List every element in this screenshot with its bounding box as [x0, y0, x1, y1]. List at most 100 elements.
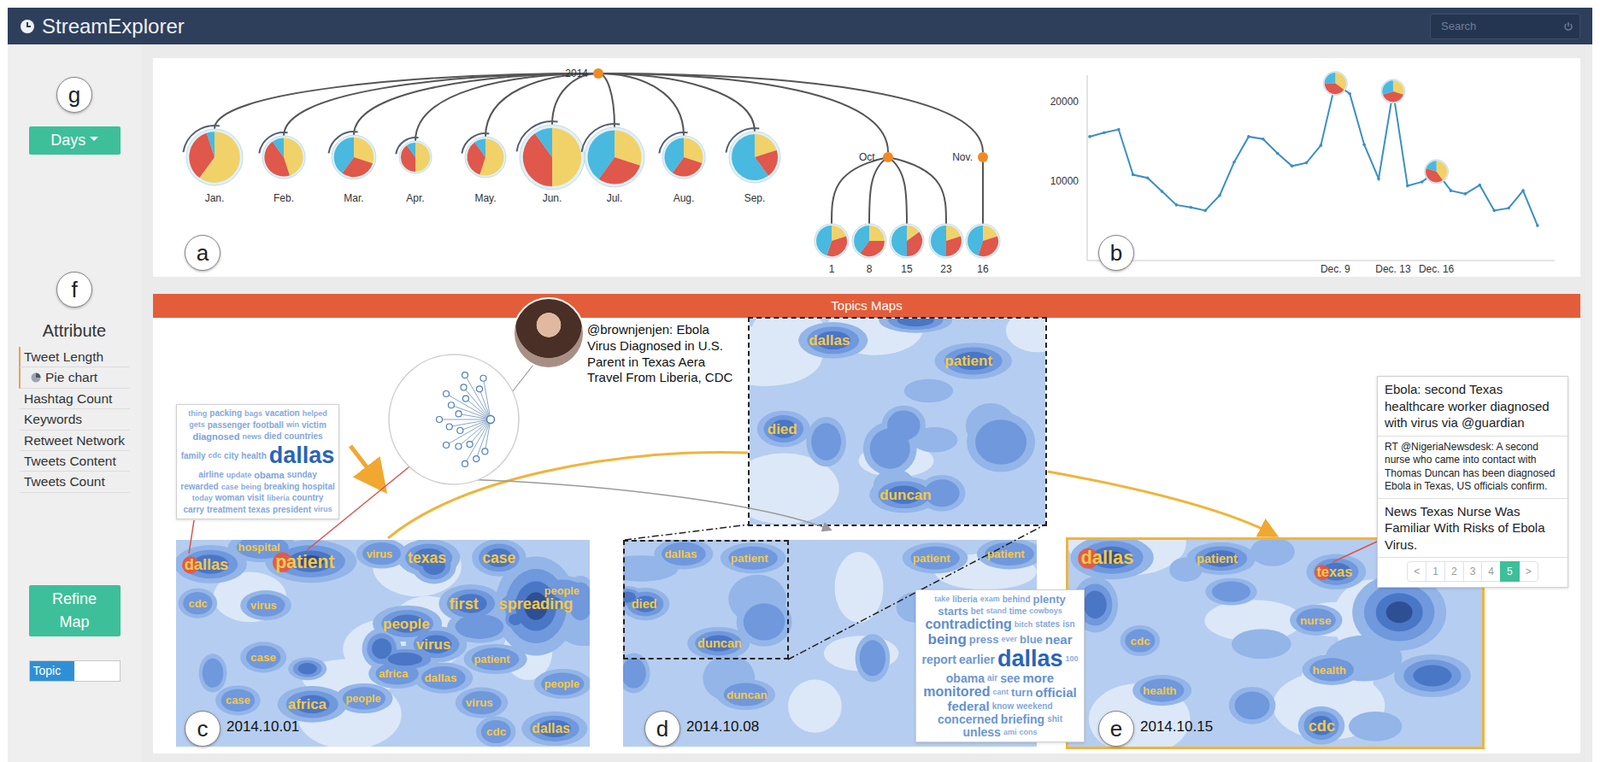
- day-node[interactable]: [965, 223, 1000, 259]
- map-keyword[interactable]: dallas: [531, 721, 571, 736]
- root-node[interactable]: [593, 68, 604, 79]
- map-keyword[interactable]: virus: [366, 547, 394, 561]
- map-keyword[interactable]: virus: [465, 696, 494, 710]
- retweet-hub[interactable]: [487, 416, 495, 424]
- retweet-node[interactable]: [462, 372, 469, 379]
- page-link[interactable]: 5: [1500, 561, 1520, 583]
- map-keyword[interactable]: cdc: [188, 597, 208, 611]
- map-keyword[interactable]: cdc: [486, 725, 507, 739]
- map-keyword[interactable]: health: [1142, 684, 1177, 698]
- retweet-node[interactable]: [443, 391, 450, 398]
- map-keyword[interactable]: cdc: [1130, 635, 1152, 648]
- map-keyword[interactable]: patient: [987, 547, 1025, 561]
- map-keyword[interactable]: patient: [1196, 552, 1238, 566]
- map-keyword[interactable]: dallas: [184, 556, 230, 574]
- map-keyword[interactable]: virus: [250, 599, 277, 612]
- map-keyword[interactable]: died: [631, 597, 658, 612]
- attribute-item[interactable]: Hashtag Count: [18, 388, 130, 410]
- map-keyword[interactable]: patient: [275, 552, 335, 573]
- retweet-node[interactable]: [455, 443, 462, 450]
- map-keyword[interactable]: case: [225, 694, 250, 707]
- granularity-dropdown[interactable]: Days: [29, 126, 121, 155]
- retweet-node[interactable]: [443, 442, 450, 449]
- tweet-item[interactable]: RT @NigeriaNewsdesk: A second nurse who …: [1377, 436, 1568, 500]
- month-node[interactable]: [464, 136, 506, 178]
- map-keyword[interactable]: patient: [473, 652, 511, 666]
- retweet-node[interactable]: [462, 395, 469, 402]
- retweet-node[interactable]: [480, 375, 487, 382]
- month-node[interactable]: [331, 135, 377, 180]
- attribute-item[interactable]: Keywords: [18, 409, 130, 430]
- retweet-node[interactable]: [473, 456, 480, 463]
- map-keyword[interactable]: dallas: [808, 332, 850, 349]
- map-keyword[interactable]: patient: [730, 552, 769, 565]
- zoomed-map[interactable]: dallas patient died duncan: [749, 318, 1046, 525]
- map-keyword[interactable]: case: [482, 549, 516, 567]
- search-input[interactable]: [1429, 13, 1581, 40]
- topic-toggle[interactable]: Topic: [29, 660, 121, 683]
- map-keyword[interactable]: patient: [944, 352, 993, 370]
- map-keyword[interactable]: texas: [407, 549, 447, 567]
- map-keyword[interactable]: people: [382, 616, 430, 633]
- retweet-node[interactable]: [462, 460, 469, 467]
- map-keyword[interactable]: dallas: [423, 671, 457, 685]
- page-link[interactable]: 1: [1425, 561, 1446, 583]
- attribute-item[interactable]: Retweet Network: [18, 430, 130, 452]
- month-node[interactable]: [584, 127, 645, 188]
- peak-glyph[interactable]: [1381, 79, 1406, 104]
- power-icon[interactable]: [1563, 21, 1574, 32]
- month-node[interactable]: [729, 131, 781, 183]
- retweet-node[interactable]: [460, 384, 467, 391]
- tweet-item[interactable]: News Texas Nurse Was Familiar With Risks…: [1377, 499, 1568, 559]
- peak-glyph[interactable]: [1323, 71, 1348, 96]
- map-keyword[interactable]: health: [1312, 664, 1347, 677]
- retweet-node[interactable]: [455, 411, 462, 418]
- page-link[interactable]: >: [1518, 561, 1539, 583]
- map-keyword[interactable]: duncan: [726, 688, 768, 702]
- month-group-node[interactable]: [977, 152, 989, 163]
- retweet-node[interactable]: [457, 427, 464, 434]
- retweet-node[interactable]: [436, 417, 443, 424]
- page-link[interactable]: <: [1406, 561, 1427, 583]
- map-keyword[interactable]: people: [345, 692, 381, 706]
- map-keyword[interactable]: dallas: [1081, 547, 1135, 569]
- retweet-node[interactable]: [482, 448, 489, 455]
- day-node[interactable]: [852, 223, 887, 259]
- refine-map-button[interactable]: Refine Map: [29, 585, 121, 637]
- retweet-node[interactable]: [446, 423, 453, 430]
- day-node[interactable]: [889, 223, 924, 259]
- page-link[interactable]: 4: [1481, 561, 1501, 583]
- day-node[interactable]: [929, 223, 964, 259]
- map-keyword[interactable]: duncan: [879, 487, 931, 504]
- attribute-item[interactable]: Tweets Count: [18, 471, 130, 493]
- map-keyword[interactable]: died: [767, 421, 798, 438]
- page-link[interactable]: 2: [1444, 561, 1465, 583]
- map-keyword[interactable]: africa: [378, 667, 409, 681]
- map-keyword[interactable]: texas: [1316, 564, 1353, 580]
- map-keyword[interactable]: nurse: [1300, 614, 1331, 628]
- map-keyword[interactable]: people: [544, 677, 580, 691]
- month-node[interactable]: [662, 135, 706, 179]
- retweet-node[interactable]: [447, 402, 454, 409]
- map-keyword[interactable]: virus: [416, 636, 452, 653]
- month-node[interactable]: [262, 135, 306, 179]
- retweet-node[interactable]: [466, 441, 473, 448]
- peak-glyph[interactable]: [1424, 159, 1449, 184]
- attribute-item[interactable]: Tweet Length: [18, 347, 130, 368]
- attribute-item[interactable]: Pie chart: [18, 367, 130, 389]
- map-keyword[interactable]: cdc: [1308, 717, 1336, 736]
- tweet-item[interactable]: Ebola: second Texas healthcare worker di…: [1377, 376, 1568, 437]
- attribute-item[interactable]: Tweets Content: [18, 451, 130, 472]
- map-keyword[interactable]: first: [448, 595, 478, 613]
- retweet-node[interactable]: [476, 386, 483, 393]
- day-node[interactable]: [814, 223, 849, 259]
- month-node[interactable]: [399, 141, 432, 174]
- map-keyword[interactable]: case: [250, 651, 277, 665]
- month-group-node[interactable]: [882, 152, 894, 163]
- map-keyword[interactable]: africa: [288, 696, 328, 713]
- topic-map[interactable]: dallashospitalpatientvirustexascasecdcvi…: [176, 540, 590, 748]
- map-keyword[interactable]: duncan: [697, 636, 742, 651]
- map-keyword[interactable]: patient: [912, 552, 951, 565]
- map-keyword[interactable]: spreading: [499, 595, 574, 613]
- month-node[interactable]: [186, 129, 243, 186]
